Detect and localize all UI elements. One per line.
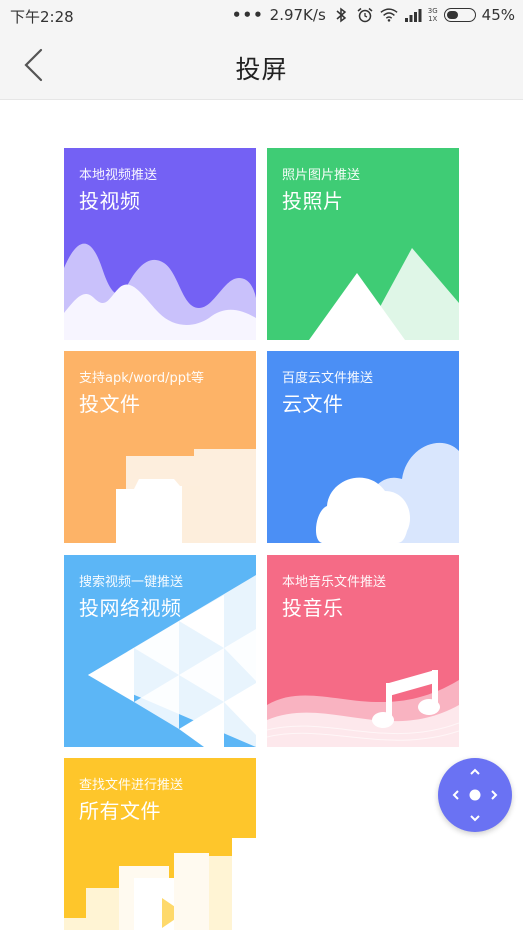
status-bar: 下午2:28 ••• 2.97K/s 3G 1X 45% — [0, 0, 523, 30]
page-title: 投屏 — [235, 55, 288, 84]
tile-title: 投音乐 — [282, 596, 344, 620]
app-header: 投屏 — [0, 30, 523, 100]
tile-subtitle: 查找文件进行推送 — [79, 778, 184, 793]
tile-cast-video[interactable]: 本地视频推送 投视频 — [64, 148, 256, 340]
tile-subtitle: 支持apk/word/ppt等 — [79, 371, 205, 386]
network-speed: 2.97K/s — [269, 6, 326, 24]
tile-cloud-file[interactable]: 百度云文件推送 云文件 — [267, 351, 459, 543]
network-type-bottom: 1X — [428, 15, 438, 23]
tile-cast-photo[interactable]: 照片图片推送 投照片 — [267, 148, 459, 340]
network-type: 3G 1X — [428, 7, 438, 23]
tile-title: 投文件 — [79, 392, 141, 416]
battery-percent: 45% — [481, 6, 515, 24]
tile-title: 云文件 — [282, 392, 344, 416]
status-time: 下午2:28 — [10, 8, 74, 26]
tile-cast-music[interactable]: 本地音乐文件推送 投音乐 — [267, 555, 459, 747]
tile-title: 投视频 — [79, 189, 141, 213]
tile-title: 投照片 — [282, 189, 344, 213]
tile-subtitle: 本地视频推送 — [79, 168, 158, 183]
tile-subtitle: 照片图片推送 — [282, 168, 361, 183]
tile-subtitle: 本地音乐文件推送 — [282, 575, 387, 590]
wifi-icon — [380, 8, 398, 22]
remote-control-button[interactable] — [438, 758, 512, 832]
battery-icon — [443, 8, 476, 22]
bluetooth-icon — [336, 7, 346, 23]
tile-title: 投网络视频 — [79, 596, 182, 620]
network-type-top: 3G — [427, 7, 438, 15]
tile-cast-web-video[interactable]: 搜索视频一键推送 投网络视频 — [64, 555, 256, 747]
status-icons: ••• 2.97K/s 3G 1X 45% — [232, 5, 515, 25]
tile-title: 所有文件 — [79, 799, 161, 823]
remote-control-icon — [452, 768, 498, 822]
status-dots: ••• — [231, 6, 264, 24]
tile-cast-file[interactable]: 支持apk/word/ppt等 投文件 — [64, 351, 256, 543]
alarm-icon — [357, 7, 373, 23]
signal-icon — [404, 9, 422, 22]
tile-subtitle: 百度云文件推送 — [282, 371, 374, 386]
tile-all-files[interactable]: 查找文件进行推送 所有文件 — [64, 758, 256, 930]
tile-subtitle: 搜索视频一键推送 — [79, 575, 184, 590]
